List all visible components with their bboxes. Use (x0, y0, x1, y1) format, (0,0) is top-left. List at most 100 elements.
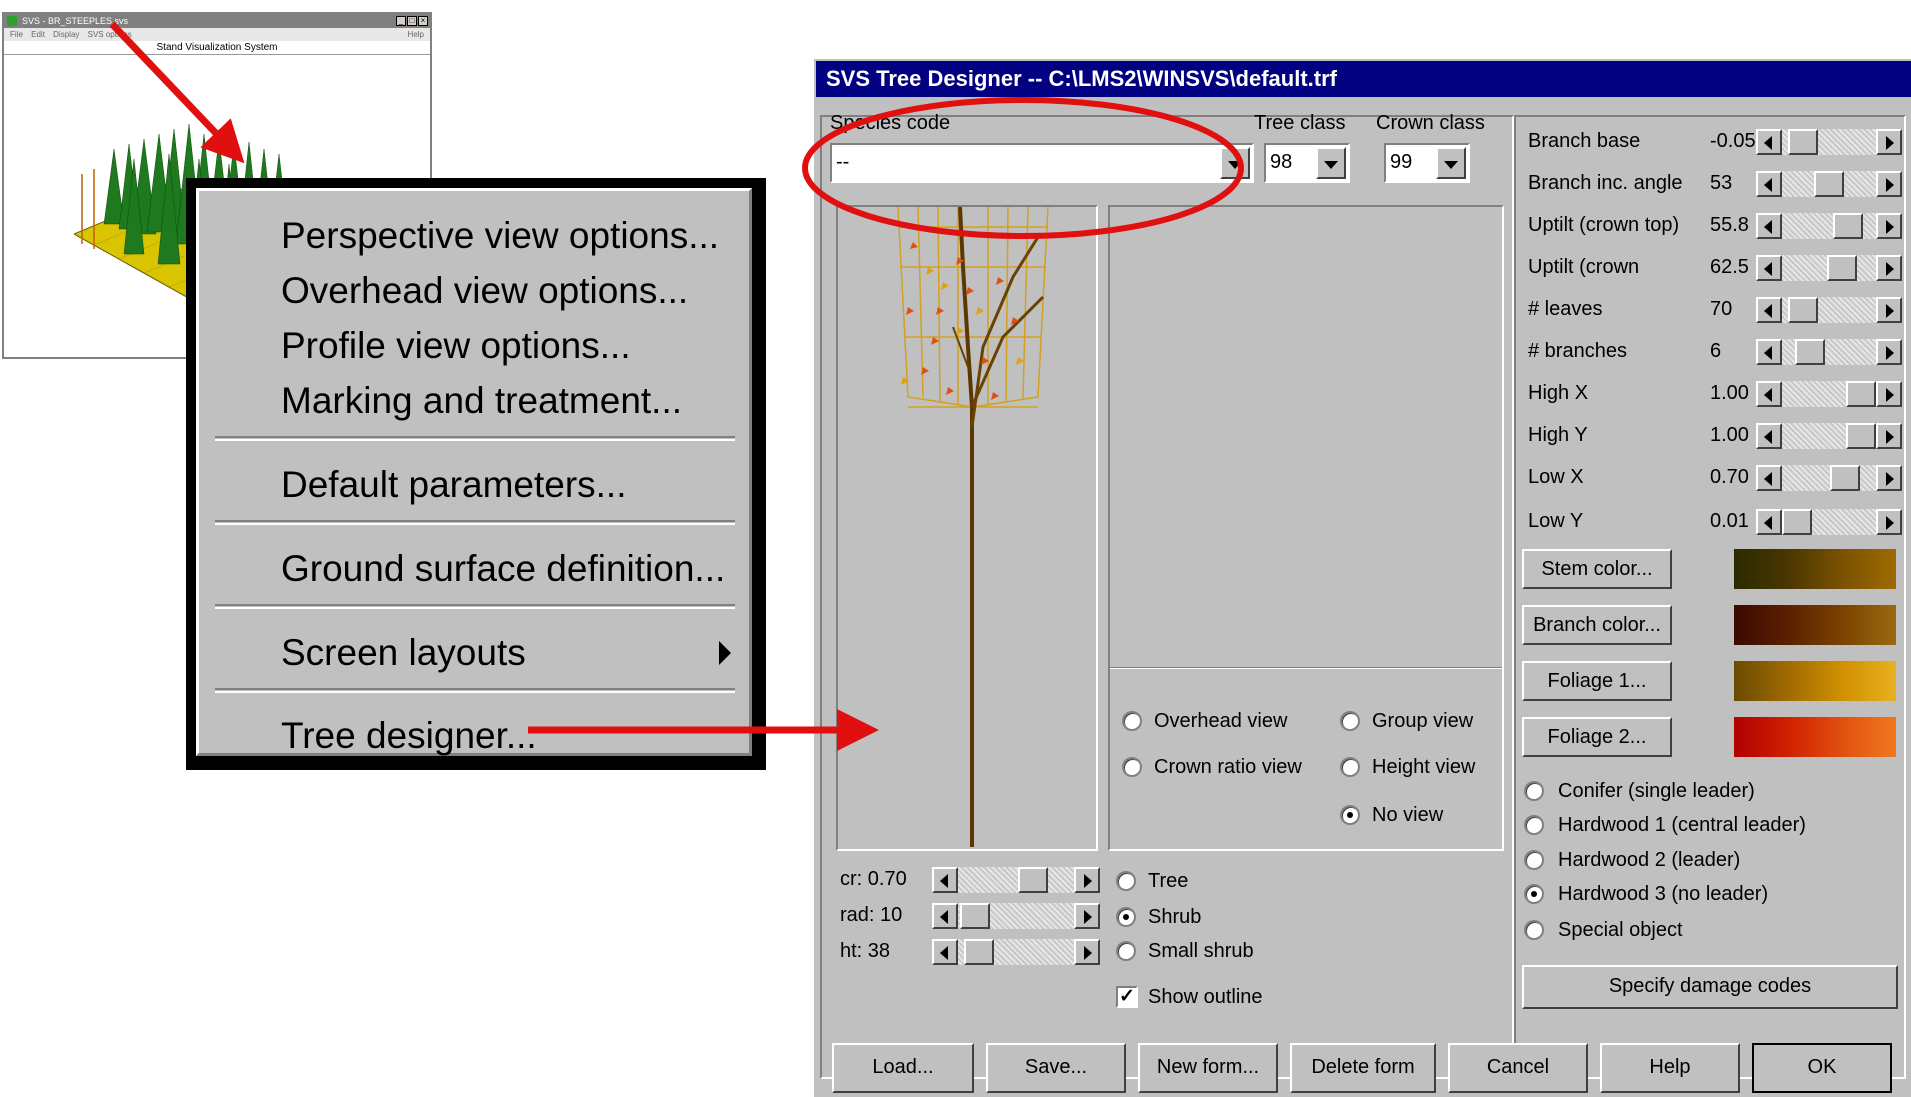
scroll-right-icon[interactable] (1876, 339, 1902, 365)
parameter-scrollbar[interactable] (1756, 423, 1902, 449)
scroll-left-icon[interactable] (1756, 465, 1782, 491)
svs-menu-display[interactable]: Display (53, 30, 79, 39)
scroll-left-icon[interactable] (1756, 129, 1782, 155)
parameter-scrollbar[interactable] (1756, 171, 1902, 197)
parameter-scrollbar[interactable] (1756, 339, 1902, 365)
menu-item-default-parameters[interactable]: Default parameters... (199, 458, 747, 512)
scroll-left-icon[interactable] (932, 867, 958, 893)
scroll-left-icon[interactable] (1756, 423, 1782, 449)
scroll-right-icon[interactable] (1876, 423, 1902, 449)
radio-button[interactable] (1340, 711, 1360, 731)
svs-titlebar[interactable]: SVS - BR_STEEPLES.svs _ □ × (4, 14, 430, 28)
crown-class-combo[interactable]: 99 (1384, 143, 1470, 183)
specify-damage-codes-button[interactable]: Specify damage codes (1522, 965, 1898, 1009)
radio-button[interactable] (1524, 815, 1544, 835)
scroll-thumb[interactable] (1846, 381, 1876, 407)
scroll-left-icon[interactable] (1756, 339, 1782, 365)
scroll-right-icon[interactable] (1074, 903, 1100, 929)
ok-button[interactable]: OK (1752, 1043, 1892, 1093)
menu-item-perspective-view[interactable]: Perspective view options... (199, 209, 747, 263)
scroll-left-icon[interactable] (1756, 509, 1782, 535)
scroll-thumb[interactable] (964, 939, 994, 965)
radio-button[interactable] (1340, 805, 1360, 825)
scroll-right-icon[interactable] (1876, 213, 1902, 239)
chevron-down-icon[interactable] (1316, 147, 1346, 179)
svs-menu-file[interactable]: File (10, 30, 23, 39)
scroll-thumb[interactable] (1795, 339, 1825, 365)
radio-button[interactable] (1122, 757, 1142, 777)
svs-menu-options[interactable]: SVS options (88, 30, 132, 39)
stem-color-button[interactable]: Stem color... (1522, 549, 1672, 589)
scroll-thumb[interactable] (1788, 129, 1818, 155)
parameter-scrollbar[interactable] (1756, 381, 1902, 407)
scroll-thumb[interactable] (960, 903, 990, 929)
save-button[interactable]: Save... (986, 1043, 1126, 1093)
menu-item-tree-designer[interactable]: Tree designer... (199, 709, 747, 763)
menu-item-screen-layouts[interactable]: Screen layouts (199, 626, 747, 680)
height-scrollbar[interactable] (932, 939, 1100, 965)
parameter-row: Branch base -0.05 (1518, 129, 1902, 159)
scroll-right-icon[interactable] (1876, 381, 1902, 407)
scroll-thumb[interactable] (1833, 213, 1863, 239)
new-form-button[interactable]: New form... (1138, 1043, 1278, 1093)
close-icon[interactable]: × (418, 16, 428, 26)
scroll-left-icon[interactable] (1756, 381, 1782, 407)
scroll-right-icon[interactable] (1876, 129, 1902, 155)
checkbox-box[interactable]: ✓ (1116, 986, 1138, 1008)
scroll-thumb[interactable] (1827, 255, 1857, 281)
scroll-left-icon[interactable] (1756, 255, 1782, 281)
scroll-right-icon[interactable] (1074, 939, 1100, 965)
tree-class-combo[interactable]: 98 (1264, 143, 1350, 183)
scroll-left-icon[interactable] (1756, 213, 1782, 239)
scroll-thumb[interactable] (1846, 423, 1876, 449)
radio-button[interactable] (1524, 884, 1544, 904)
radius-scrollbar[interactable] (932, 903, 1100, 929)
minimize-icon[interactable]: _ (396, 16, 406, 26)
scroll-left-icon[interactable] (1756, 297, 1782, 323)
chevron-down-icon[interactable] (1436, 147, 1466, 179)
scroll-right-icon[interactable] (1876, 297, 1902, 323)
radio-button[interactable] (1116, 871, 1136, 891)
crown-ratio-scrollbar[interactable] (932, 867, 1100, 893)
menu-item-profile-view[interactable]: Profile view options... (199, 319, 747, 373)
parameter-scrollbar[interactable] (1756, 255, 1902, 281)
scroll-right-icon[interactable] (1876, 171, 1902, 197)
scroll-left-icon[interactable] (932, 903, 958, 929)
scroll-thumb[interactable] (1814, 171, 1844, 197)
scroll-right-icon[interactable] (1876, 255, 1902, 281)
foliage-1-button[interactable]: Foliage 1... (1522, 661, 1672, 701)
radio-button[interactable] (1116, 907, 1136, 927)
scroll-left-icon[interactable] (932, 939, 958, 965)
maximize-icon[interactable]: □ (407, 16, 417, 26)
load-button[interactable]: Load... (832, 1043, 974, 1093)
parameter-scrollbar[interactable] (1756, 465, 1902, 491)
parameter-scrollbar[interactable] (1756, 213, 1902, 239)
help-button[interactable]: Help (1600, 1043, 1740, 1093)
radio-button[interactable] (1524, 920, 1544, 940)
radio-button[interactable] (1122, 711, 1142, 731)
radio-button[interactable] (1116, 941, 1136, 961)
radio-button[interactable] (1524, 781, 1544, 801)
delete-form-button[interactable]: Delete form (1290, 1043, 1436, 1093)
scroll-right-icon[interactable] (1074, 867, 1100, 893)
scroll-right-icon[interactable] (1876, 509, 1902, 535)
menu-item-overhead-view[interactable]: Overhead view options... (199, 264, 747, 318)
scroll-thumb[interactable] (1018, 867, 1048, 893)
branch-color-button[interactable]: Branch color... (1522, 605, 1672, 645)
radio-button[interactable] (1524, 850, 1544, 870)
foliage-2-button[interactable]: Foliage 2... (1522, 717, 1672, 757)
scroll-right-icon[interactable] (1876, 465, 1902, 491)
svs-menu-edit[interactable]: Edit (31, 30, 45, 39)
parameter-scrollbar[interactable] (1756, 509, 1902, 535)
scroll-thumb[interactable] (1830, 465, 1860, 491)
scroll-thumb[interactable] (1788, 297, 1818, 323)
scroll-thumb[interactable] (1782, 509, 1812, 535)
parameter-scrollbar[interactable] (1756, 297, 1902, 323)
svs-menu-help[interactable]: Help (408, 28, 424, 41)
menu-item-marking-treatment[interactable]: Marking and treatment... (199, 374, 747, 428)
parameter-scrollbar[interactable] (1756, 129, 1902, 155)
cancel-button[interactable]: Cancel (1448, 1043, 1588, 1093)
radio-button[interactable] (1340, 757, 1360, 777)
menu-item-ground-surface[interactable]: Ground surface definition... (199, 542, 747, 596)
scroll-left-icon[interactable] (1756, 171, 1782, 197)
